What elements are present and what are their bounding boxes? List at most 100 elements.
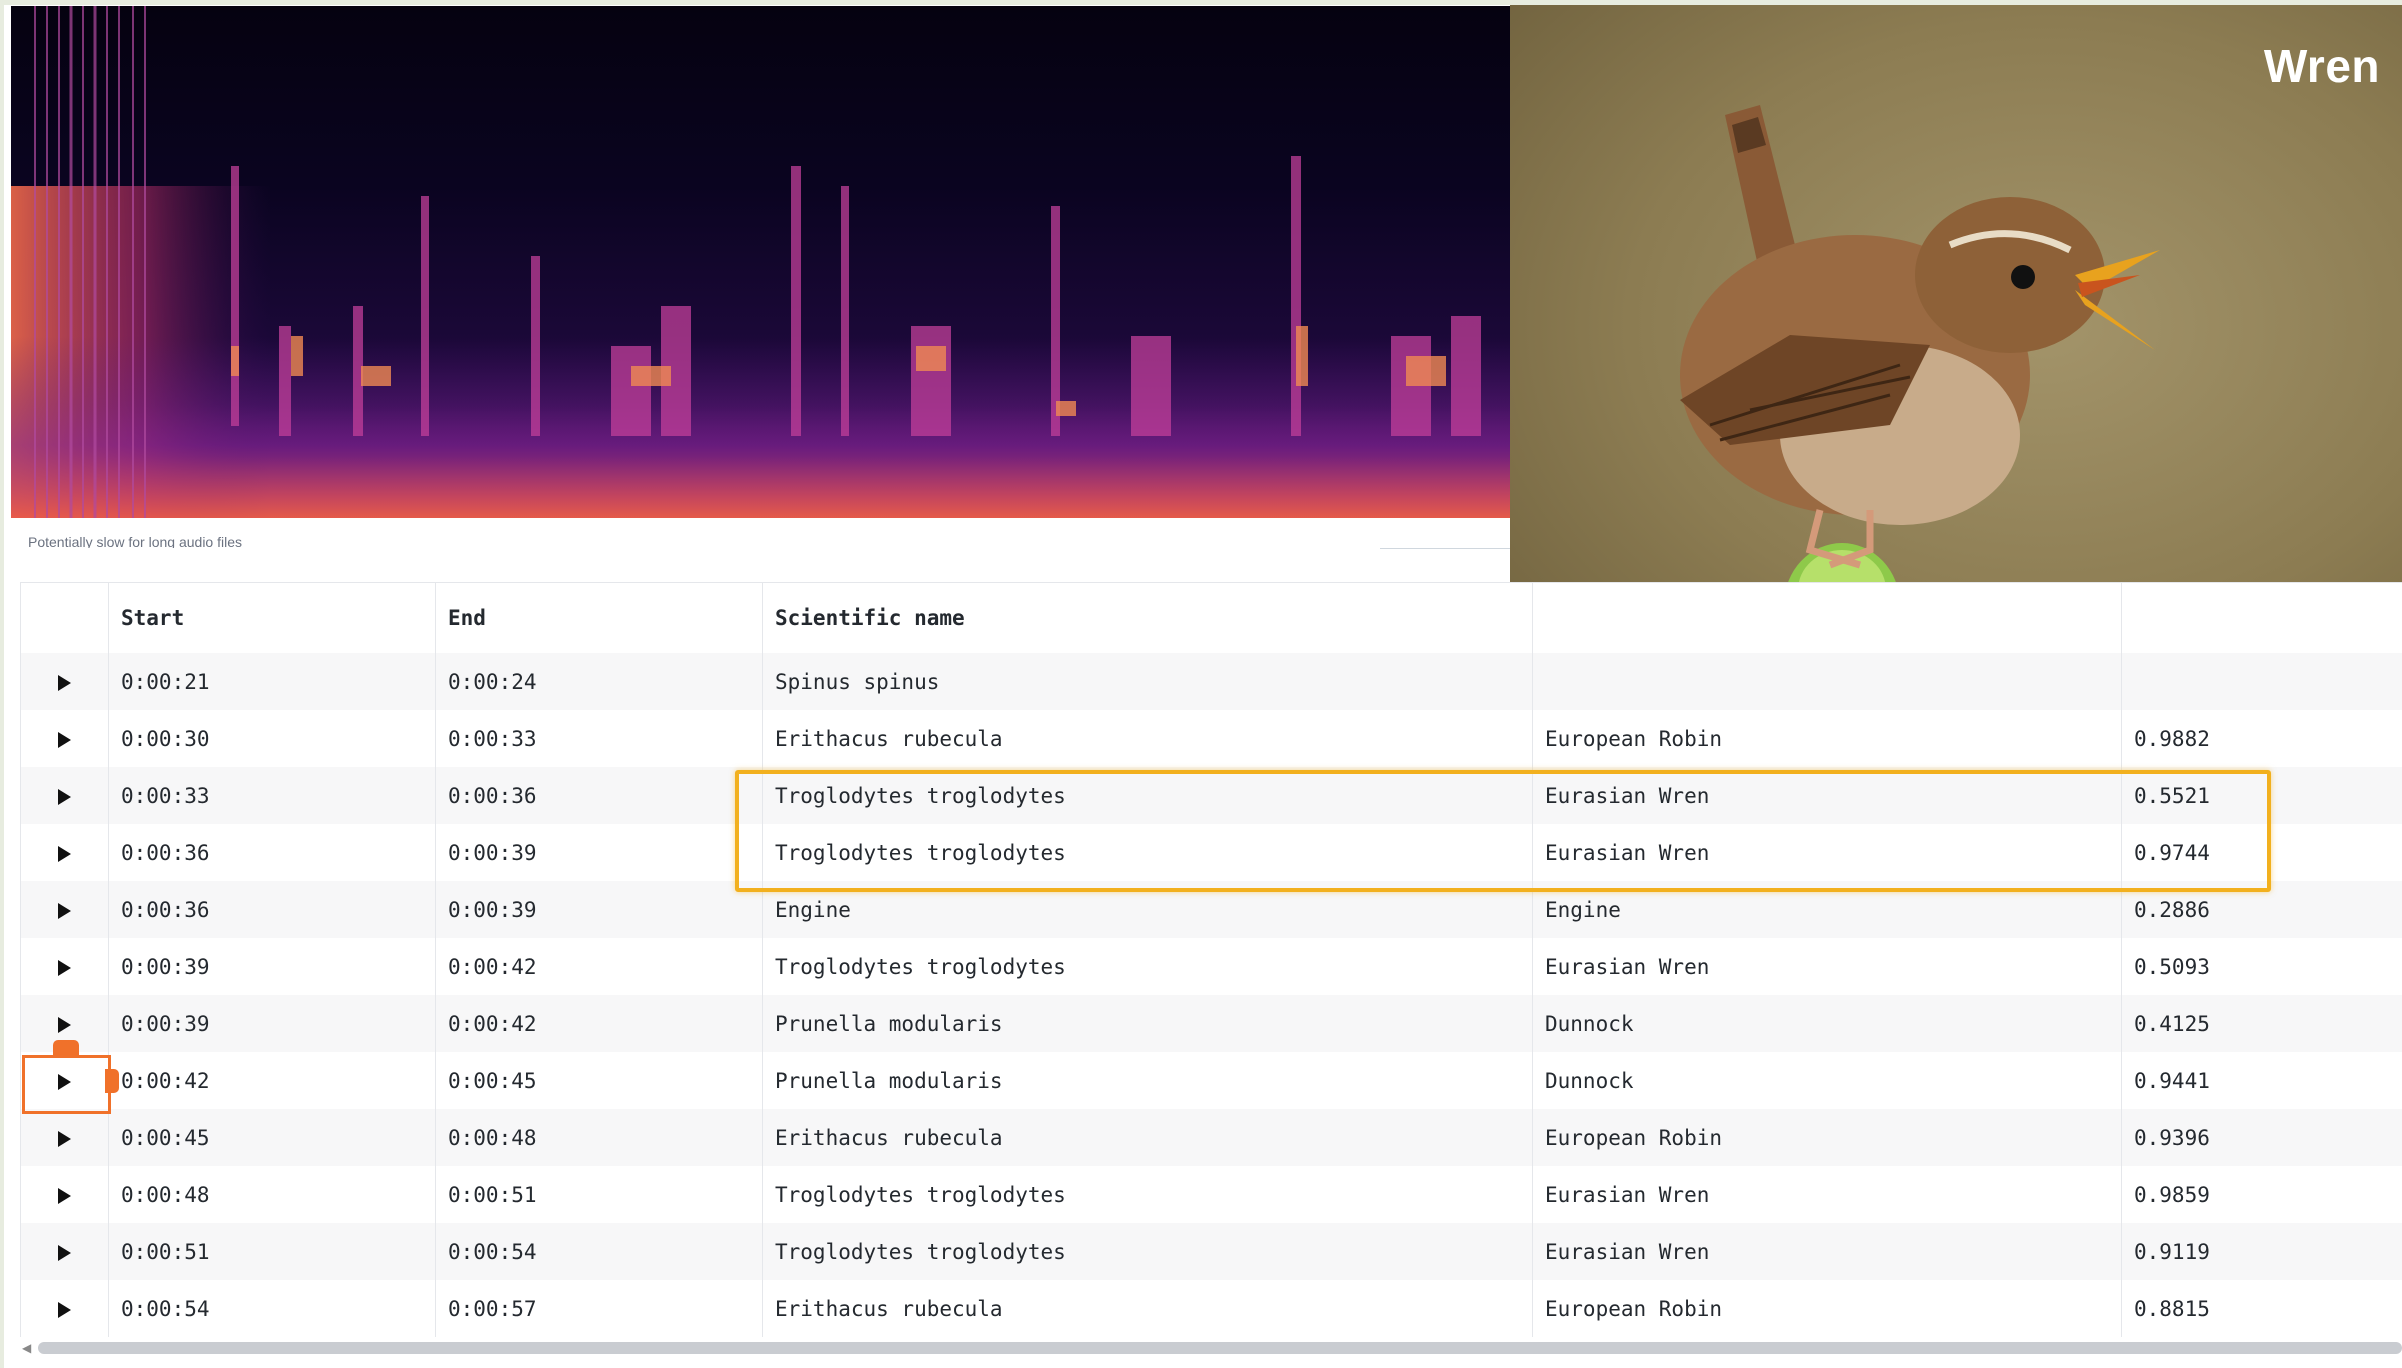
scientific-name-cell: Troglodytes troglodytes — [762, 767, 1533, 824]
play-cell — [20, 824, 109, 881]
play-icon[interactable] — [58, 1073, 71, 1090]
common-name-cell: Eurasian Wren — [1532, 824, 2122, 881]
confidence-cell: 0.5521 — [2121, 767, 2402, 824]
confidence-cell: 0.4125 — [2121, 995, 2402, 1052]
focus-marker-side — [105, 1069, 119, 1093]
play-icon[interactable] — [58, 1016, 71, 1033]
divider — [1380, 548, 1510, 549]
end-cell: 0:00:51 — [435, 1166, 763, 1223]
table-row: 0:00:48 0:00:51 Troglodytes troglodytes Eur… — [20, 1166, 2402, 1223]
scientific-name-cell: Troglodytes troglodytes — [762, 938, 1533, 995]
common-name-cell: European Robin — [1532, 1280, 2122, 1337]
scientific-name-cell: Troglodytes troglodytes — [762, 1166, 1533, 1223]
start-cell: 0:00:45 — [108, 1109, 436, 1166]
play-icon[interactable] — [58, 1301, 71, 1318]
table-row: 0:00:33 0:00:36 Troglodytes troglodytes Eur… — [20, 767, 2402, 824]
table-row: 0:00:51 0:00:54 Troglodytes troglodytes Eur… — [20, 1223, 2402, 1280]
table-row: 0:00:39 0:00:42 Prunella modularis Dunnock 0… — [20, 995, 2402, 1052]
play-cell — [20, 710, 109, 767]
scientific-name-cell: Erithacus rubecula — [762, 1280, 1533, 1337]
column-header-start[interactable]: Start — [108, 582, 436, 653]
column-header-common-name[interactable] — [1532, 582, 2122, 653]
confidence-cell: 0.9882 — [2121, 710, 2402, 767]
confidence-cell: 0.9119 — [2121, 1223, 2402, 1280]
column-header-play — [20, 582, 109, 653]
play-cell — [20, 1166, 109, 1223]
start-cell: 0:00:33 — [108, 767, 436, 824]
end-cell: 0:00:39 — [435, 881, 763, 938]
play-cell — [20, 1052, 109, 1109]
start-cell: 0:00:48 — [108, 1166, 436, 1223]
table-row: 0:00:45 0:00:48 Erithacus rubecula European… — [20, 1109, 2402, 1166]
column-header-confidence[interactable] — [2121, 582, 2402, 653]
table-row: 0:00:54 0:00:57 Erithacus rubecula European… — [20, 1280, 2402, 1337]
play-icon[interactable] — [58, 1130, 71, 1147]
play-cell — [20, 1109, 109, 1166]
play-cell — [20, 767, 109, 824]
confidence-cell: 0.9744 — [2121, 824, 2402, 881]
end-cell: 0:00:48 — [435, 1109, 763, 1166]
common-name-cell: Eurasian Wren — [1532, 1166, 2122, 1223]
common-name-cell: Eurasian Wren — [1532, 938, 2122, 995]
confidence-cell: 0.9441 — [2121, 1052, 2402, 1109]
common-name-cell: Dunnock — [1532, 1052, 2122, 1109]
spectrogram-note: Potentially slow for long audio files — [28, 534, 243, 548]
photo-title: Wren — [2263, 40, 2380, 92]
start-cell: 0:00:51 — [108, 1223, 436, 1280]
play-cell — [20, 938, 109, 995]
confidence-cell: 0.8815 — [2121, 1280, 2402, 1337]
common-name-cell: Eurasian Wren — [1532, 1223, 2122, 1280]
column-header-end[interactable]: End — [435, 582, 763, 653]
start-cell: 0:00:39 — [108, 938, 436, 995]
common-name-cell: European Robin — [1532, 710, 2122, 767]
end-cell: 0:00:33 — [435, 710, 763, 767]
table-body: 0:00:21 0:00:24 Spinus spinus 0:00:30 0:00:3… — [20, 653, 2402, 1337]
horizontal-scrollbar[interactable] — [38, 1342, 2402, 1354]
scientific-name-cell: Engine — [762, 881, 1533, 938]
results-table: Start End Scientific name 0:00:21 0:00:24… — [20, 582, 2402, 1337]
common-name-cell: Dunnock — [1532, 995, 2122, 1052]
play-icon[interactable] — [58, 1244, 71, 1261]
play-icon[interactable] — [58, 1187, 71, 1204]
common-name-cell: Eurasian Wren — [1532, 767, 2122, 824]
play-cell — [20, 881, 109, 938]
common-name-cell: Engine — [1532, 881, 2122, 938]
play-cell — [20, 1280, 109, 1337]
play-icon[interactable] — [58, 959, 71, 976]
scientific-name-cell: Prunella modularis — [762, 1052, 1533, 1109]
play-icon[interactable] — [58, 731, 71, 748]
table-row: 0:00:21 0:00:24 Spinus spinus — [20, 653, 2402, 710]
spectrogram — [11, 6, 1511, 518]
confidence-cell: 0.9859 — [2121, 1166, 2402, 1223]
end-cell: 0:00:54 — [435, 1223, 763, 1280]
play-cell — [20, 653, 109, 710]
play-icon[interactable] — [58, 788, 71, 805]
play-icon[interactable] — [58, 845, 71, 862]
scientific-name-cell: Prunella modularis — [762, 995, 1533, 1052]
focus-marker-top — [53, 1040, 79, 1055]
start-cell: 0:00:30 — [108, 710, 436, 767]
scientific-name-cell: Erithacus rubecula — [762, 1109, 1533, 1166]
column-header-scientific-name[interactable]: Scientific name — [762, 582, 1533, 653]
scroll-left-icon[interactable]: ◀ — [22, 1341, 31, 1355]
start-cell: 0:00:39 — [108, 995, 436, 1052]
end-cell: 0:00:45 — [435, 1052, 763, 1109]
end-cell: 0:00:24 — [435, 653, 763, 710]
end-cell: 0:00:39 — [435, 824, 763, 881]
confidence-cell: 0.2886 — [2121, 881, 2402, 938]
end-cell: 0:00:42 — [435, 995, 763, 1052]
play-icon[interactable] — [58, 674, 71, 691]
start-cell: 0:00:54 — [108, 1280, 436, 1337]
start-cell: 0:00:21 — [108, 653, 436, 710]
table-row: 0:00:30 0:00:33 Erithacus rubecula European… — [20, 710, 2402, 767]
scientific-name-cell: Erithacus rubecula — [762, 710, 1533, 767]
common-name-cell: European Robin — [1532, 1109, 2122, 1166]
confidence-cell — [2121, 653, 2402, 710]
play-icon[interactable] — [58, 902, 71, 919]
window-left-border — [0, 0, 4, 1368]
table-row: 0:00:39 0:00:42 Troglodytes troglodytes Eur… — [20, 938, 2402, 995]
start-cell: 0:00:36 — [108, 881, 436, 938]
end-cell: 0:00:57 — [435, 1280, 763, 1337]
scientific-name-cell: Troglodytes troglodytes — [762, 1223, 1533, 1280]
scientific-name-cell: Spinus spinus — [762, 653, 1533, 710]
